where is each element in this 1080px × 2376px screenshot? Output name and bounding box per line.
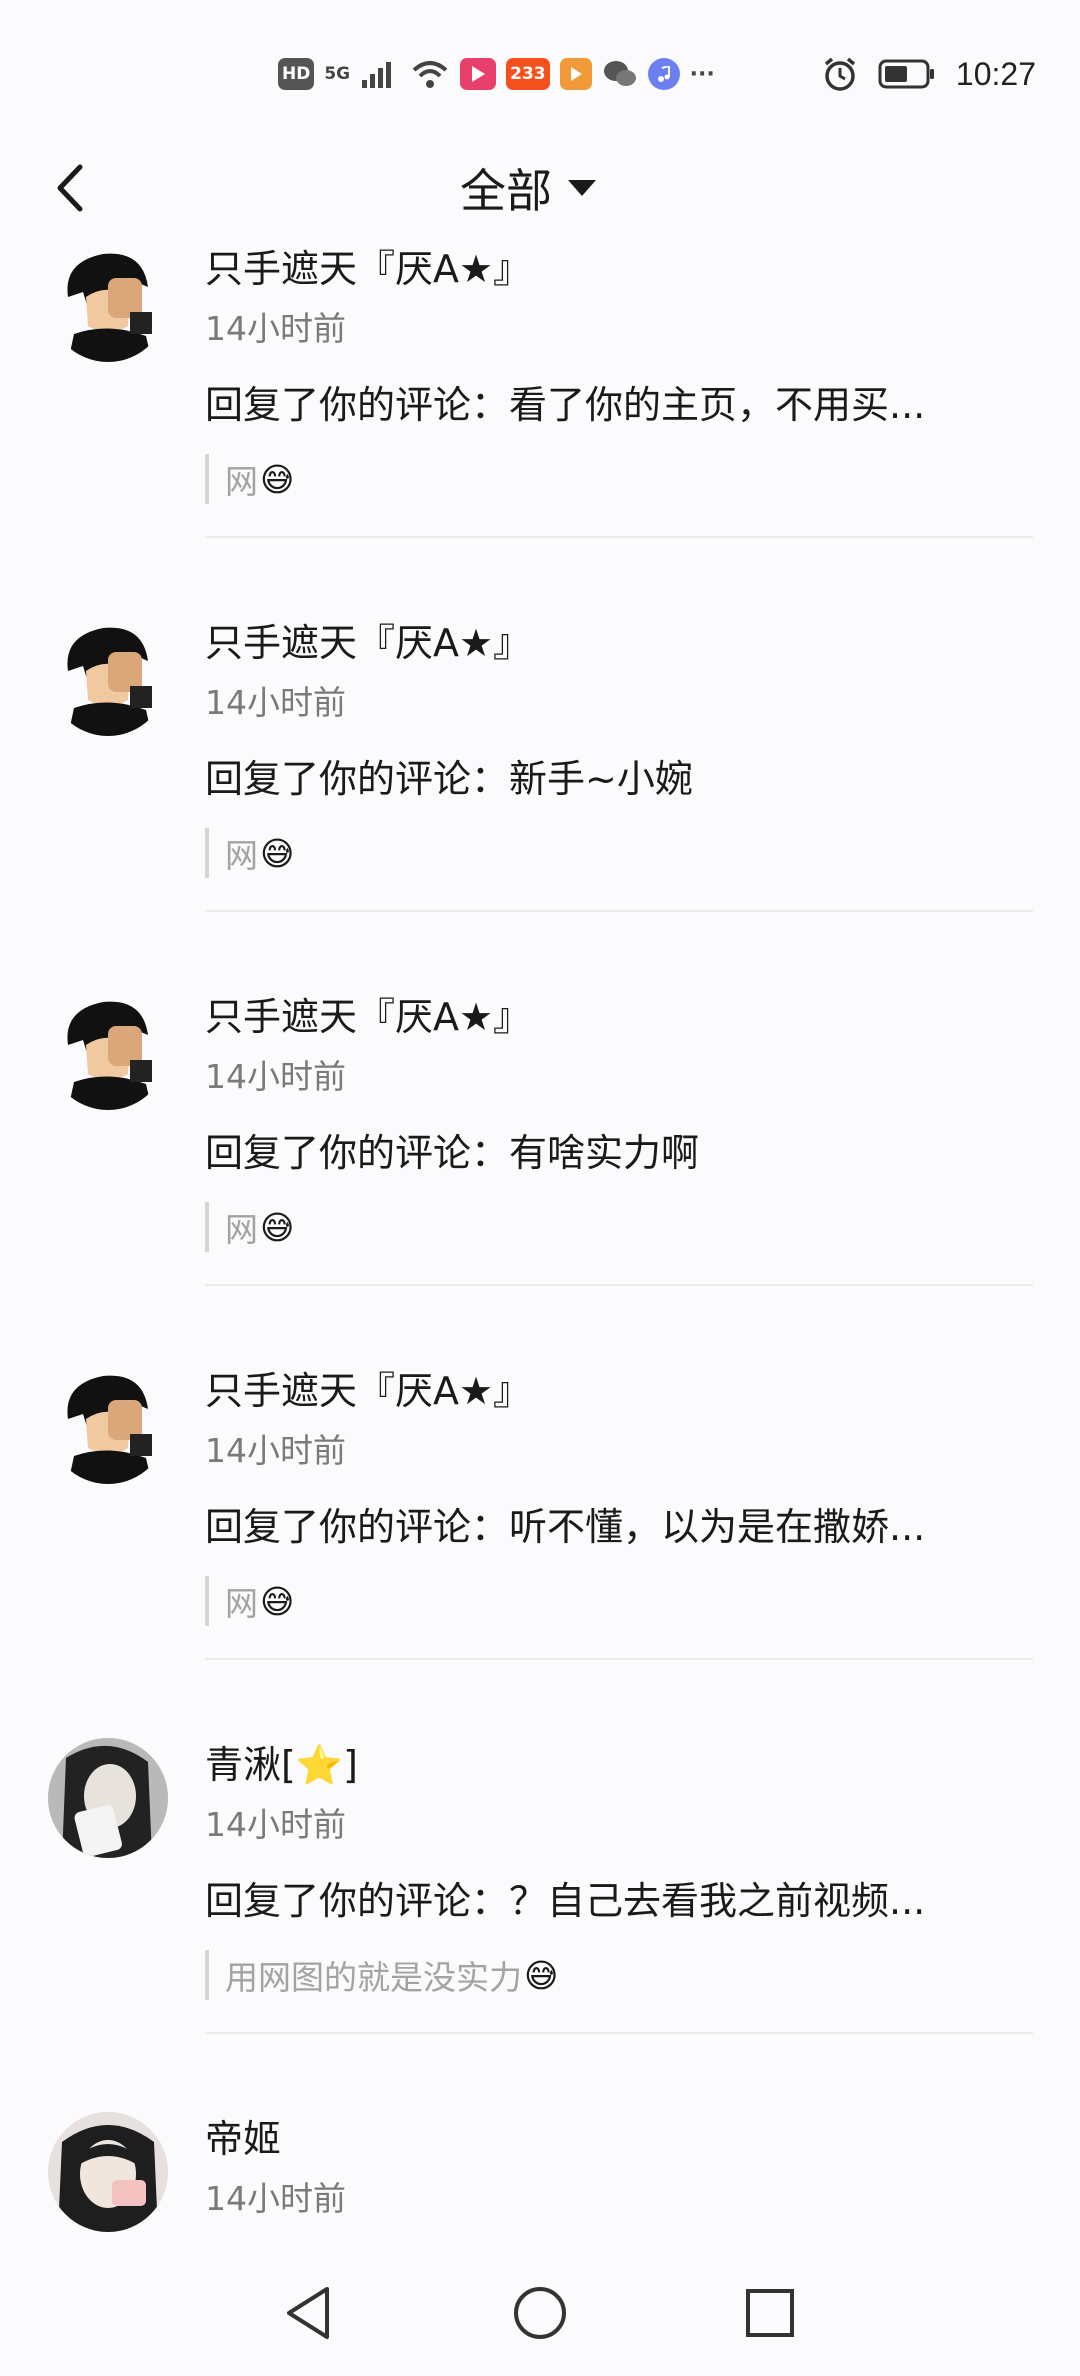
- girl-photo-avatar-2-icon: [48, 2112, 168, 2232]
- anime-boy-avatar-icon: [48, 1364, 168, 1484]
- quote-text: 用网图的就是没实力: [225, 1958, 522, 1997]
- comment-text[interactable]: 回复了你的评论：有啥实力啊: [205, 1122, 699, 1177]
- user-name[interactable]: 只手遮天『厌A★』: [205, 240, 531, 293]
- list-item[interactable]: 只手遮天『厌A★』 14小时前 回复了你的评论：看了你的主页，不用买... 网 …: [0, 240, 1080, 604]
- status-icons-left: HD 5G 233 ···: [278, 56, 715, 92]
- timestamp: 14小时前: [205, 309, 346, 348]
- music-icon: [647, 58, 680, 90]
- clock: 10:27: [955, 55, 1036, 92]
- quoted-comment[interactable]: 用网图的就是没实力 😅: [205, 1950, 558, 2000]
- quote-text: 网: [225, 462, 258, 501]
- app-233-icon: 233: [506, 58, 550, 90]
- nav-back-icon: [287, 2287, 329, 2339]
- wifi-icon: [412, 61, 448, 88]
- nav-recents-icon: [746, 2289, 794, 2337]
- list-item[interactable]: 只手遮天『厌A★』 14小时前 回复了你的评论：听不懂，以为是在撒娇... 网 …: [0, 1352, 1080, 1726]
- nav-back-button[interactable]: [273, 2278, 343, 2348]
- divider: [205, 536, 1033, 538]
- divider: [205, 1658, 1033, 1660]
- avatar[interactable]: [48, 990, 168, 1110]
- app-233-label: 233: [510, 64, 546, 84]
- nav-recents-button[interactable]: [735, 2278, 805, 2348]
- sweat-smile-emoji: 😅: [260, 1581, 295, 1621]
- timestamp: 14小时前: [205, 1057, 346, 1096]
- system-nav-bar: [0, 2250, 1080, 2376]
- nav-home-icon: [514, 2287, 566, 2339]
- quoted-comment[interactable]: 网 😅: [205, 454, 294, 504]
- timestamp: 14小时前: [205, 2179, 346, 2218]
- network-label: 5G: [324, 64, 351, 84]
- divider: [205, 2032, 1033, 2034]
- anime-boy-avatar-icon: [48, 616, 168, 736]
- user-name[interactable]: 只手遮天『厌A★』: [205, 986, 531, 1041]
- more-label: ···: [689, 61, 715, 87]
- timestamp: 14小时前: [205, 1431, 346, 1470]
- filter-dropdown[interactable]: 全部: [460, 158, 596, 218]
- wechat-icon: [603, 61, 636, 86]
- list-item[interactable]: 帝姬 14小时前: [0, 2100, 1080, 2250]
- quote-text: 网: [225, 1210, 258, 1249]
- user-name[interactable]: 只手遮天『厌A★』: [205, 612, 531, 667]
- list-item[interactable]: 青湫[⭐] 14小时前 回复了你的评论：？自己去看我之前视频... 用网图的就是…: [0, 1726, 1080, 2100]
- video-app-icon: [460, 58, 497, 90]
- nav-home-button[interactable]: [505, 2278, 575, 2348]
- status-icons-right: 10:27: [822, 54, 1036, 94]
- sweat-smile-emoji: 😅: [260, 1207, 295, 1247]
- avatar[interactable]: [48, 2112, 168, 2232]
- quote-text: 网: [225, 836, 258, 875]
- quoted-comment[interactable]: 网 😅: [205, 1576, 294, 1626]
- battery-icon: [878, 59, 934, 89]
- caret-down-icon: [568, 180, 596, 196]
- avatar[interactable]: [48, 1738, 168, 1858]
- list-item[interactable]: 只手遮天『厌A★』 14小时前 回复了你的评论：新手~小婉 网 😅: [0, 604, 1080, 978]
- comment-text[interactable]: 回复了你的评论：听不懂，以为是在撒娇...: [205, 1496, 925, 1551]
- sweat-smile-emoji: 😅: [524, 1955, 559, 1995]
- avatar[interactable]: [48, 242, 168, 362]
- sweat-smile-emoji: 😅: [260, 459, 295, 499]
- timestamp: 14小时前: [205, 683, 346, 722]
- page-title: 全部: [460, 164, 552, 218]
- signal-icon: [362, 62, 392, 88]
- quoted-comment[interactable]: 网 😅: [205, 1202, 294, 1252]
- divider: [205, 910, 1033, 912]
- girl-photo-avatar-icon: [48, 1738, 168, 1858]
- hd-icon: HD: [278, 58, 315, 90]
- user-name[interactable]: 帝姬: [205, 2108, 281, 2163]
- anime-boy-avatar-icon: [48, 990, 168, 1110]
- back-button[interactable]: [40, 158, 100, 218]
- avatar[interactable]: [48, 616, 168, 736]
- comment-text[interactable]: 回复了你的评论：新手~小婉: [205, 748, 693, 803]
- user-name[interactable]: 青湫[⭐]: [205, 1734, 358, 1789]
- quoted-comment[interactable]: 网 😅: [205, 828, 294, 878]
- comment-text[interactable]: 回复了你的评论：看了你的主页，不用买...: [205, 374, 925, 429]
- list-item[interactable]: 只手遮天『厌A★』 14小时前 回复了你的评论：有啥实力啊 网 😅: [0, 978, 1080, 1352]
- notification-list[interactable]: 只手遮天『厌A★』 14小时前 回复了你的评论：看了你的主页，不用买... 网 …: [0, 240, 1080, 2250]
- sweat-smile-emoji: 😅: [260, 833, 295, 873]
- alarm-icon: [824, 57, 856, 91]
- user-name[interactable]: 只手遮天『厌A★』: [205, 1360, 531, 1415]
- anime-boy-avatar-icon: [48, 242, 168, 362]
- quote-text: 网: [225, 1584, 258, 1623]
- hd-label: HD: [282, 64, 311, 84]
- divider: [205, 1284, 1033, 1286]
- status-bar: HD 5G 233 ··· 10:27: [0, 0, 1080, 150]
- orange-play-icon: [559, 58, 592, 90]
- back-icon: [57, 164, 83, 212]
- comment-text[interactable]: 回复了你的评论：？自己去看我之前视频...: [205, 1870, 925, 1925]
- timestamp: 14小时前: [205, 1805, 346, 1844]
- avatar[interactable]: [48, 1364, 168, 1484]
